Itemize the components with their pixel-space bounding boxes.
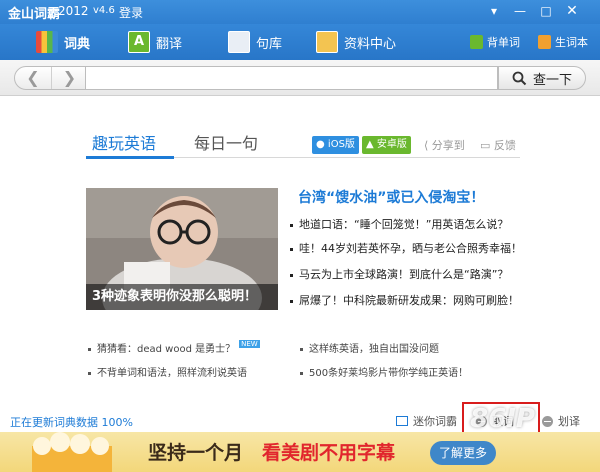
news-item[interactable]: 哇！44岁刘若英怀孕，晒与老公合照秀幸福！ xyxy=(290,240,522,256)
close-icon[interactable]: ✕ xyxy=(562,2,582,20)
list-item[interactable]: 这样练英语，独自出国没问题 xyxy=(300,340,439,355)
news-item[interactable]: 屌爆了！中科院最新研发成果：网购可刷脸！ xyxy=(290,292,519,308)
bullet-icon xyxy=(290,273,293,277)
nav-vocab-book-label: 生词本 xyxy=(555,36,588,49)
news-item-text: 马云为上市全球路演！到底什么是“路演”？ xyxy=(299,268,509,281)
nav-translate-label: 翻译 xyxy=(156,36,183,52)
title-bar: 金山词霸 2012 v4.6 登录 ▾ — □ ✕ xyxy=(0,0,600,24)
back-arrow-icon[interactable]: ❮ xyxy=(15,67,51,89)
app-logo: 金山词霸 xyxy=(8,7,61,22)
feedback-link[interactable]: ▭ 反馈 xyxy=(480,137,516,153)
featured-photo[interactable]: 3种迹象表明你没那么聪明！ xyxy=(86,188,278,310)
content-tabs: 趣玩英语 每日一句 ● iOS版 ▲ 安卓版 ⟨ 分享到 ▭ 反馈 xyxy=(86,126,520,159)
highlight-annotation xyxy=(462,402,540,436)
app-version: v4.6 xyxy=(93,5,115,16)
popcorn-icon xyxy=(32,432,112,472)
list-item-text: 不背单词和语法，照样流利说英语 xyxy=(97,368,247,379)
search-button-label: 查一下 xyxy=(532,72,572,88)
banner-text: 坚持一个月 xyxy=(148,442,244,464)
dictionary-icon xyxy=(36,31,58,53)
list-item-text: 这样练英语，独自出国没问题 xyxy=(309,344,439,355)
app-year: 2012 xyxy=(58,4,89,18)
bullet-icon xyxy=(88,371,91,375)
history-arrows: ❮ ❯ xyxy=(14,66,86,90)
nav-word-card-label: 背单词 xyxy=(487,36,520,49)
comment-icon: ▭ xyxy=(480,139,491,152)
feedback-label: 反馈 xyxy=(493,139,516,152)
nav-resource-center-label: 资料中心 xyxy=(344,36,397,52)
news-item-text: 地道口语：“睡个回笼觉！”用英语怎么说？ xyxy=(299,218,509,231)
nav-resource-center[interactable]: 资料中心 xyxy=(316,24,396,60)
folder-icon xyxy=(316,31,338,53)
news-item-text: 屌爆了！中科院最新研发成果：网购可刷脸！ xyxy=(299,294,519,307)
nav-sentence-library-label: 句库 xyxy=(256,36,283,52)
translate-word-label: 划译 xyxy=(558,415,580,428)
active-tab-indicator xyxy=(86,156,174,159)
list-item[interactable]: 500条好莱坞影片带你学纯正英语！ xyxy=(300,364,468,379)
list-item-text: 500条好莱坞影片带你学纯正英语！ xyxy=(309,368,469,379)
bullet-icon xyxy=(290,299,293,303)
word-card-icon xyxy=(470,35,483,49)
bullet-icon xyxy=(290,247,293,251)
toggle-off-icon xyxy=(542,415,553,427)
apple-icon: ● xyxy=(316,139,325,150)
nav-sentence-library[interactable]: 句库 xyxy=(228,24,282,60)
list-item[interactable]: 猜猜看：dead wood 是勇士？ NEW xyxy=(88,340,260,355)
sentence-library-icon xyxy=(228,31,250,53)
bullet-icon xyxy=(88,347,91,351)
translate-word-toggle[interactable]: 划译 xyxy=(542,413,580,429)
dropdown-icon[interactable]: ▾ xyxy=(484,2,504,20)
minimize-icon[interactable]: — xyxy=(510,2,530,20)
mini-dict-button[interactable]: 迷你词霸 xyxy=(396,413,457,429)
update-status: 正在更新词典数据 100% xyxy=(10,416,133,429)
mini-dict-icon xyxy=(396,416,408,426)
share-label: 分享到 xyxy=(431,139,465,152)
bullet-icon xyxy=(300,347,303,351)
forward-arrow-icon[interactable]: ❯ xyxy=(51,67,87,89)
list-item-text: 猜猜看：dead wood 是勇士？ xyxy=(97,344,236,355)
translate-icon: A xyxy=(128,31,150,53)
banner-highlight-text: 看美剧不用字幕 xyxy=(262,442,396,464)
tab-fun-english[interactable]: 趣玩英语 xyxy=(92,130,156,154)
android-button[interactable]: ▲ 安卓版 xyxy=(362,136,411,154)
news-item[interactable]: 马云为上市全球路演！到底什么是“路演”？ xyxy=(290,266,508,282)
main-nav: 词典 A 翻译 句库 资料中心 背单词 生词本 xyxy=(0,24,600,60)
search-bar: ❮ ❯ 查一下 xyxy=(0,60,600,96)
bullet-icon xyxy=(300,371,303,375)
nav-translate[interactable]: A 翻译 xyxy=(128,24,182,60)
photo-caption: 3种迹象表明你没那么聪明！ xyxy=(86,284,278,310)
search-input[interactable] xyxy=(86,66,498,90)
learn-more-button[interactable]: 了解更多 xyxy=(430,441,496,465)
new-badge: NEW xyxy=(239,340,260,348)
news-item[interactable]: 地道口语：“睡个回笼觉！”用英语怎么说？ xyxy=(290,216,508,232)
maximize-icon[interactable]: □ xyxy=(536,2,556,20)
tab-daily-sentence[interactable]: 每日一句 xyxy=(194,130,258,154)
ios-button-label: iOS版 xyxy=(327,139,355,150)
nav-word-card[interactable]: 背单词 xyxy=(470,24,520,60)
android-icon: ▲ xyxy=(366,139,374,150)
bullet-icon xyxy=(290,223,293,227)
mini-dict-label: 迷你词霸 xyxy=(413,415,457,428)
share-icon: ⟨ xyxy=(424,139,429,152)
nav-dictionary-label: 词典 xyxy=(64,36,91,52)
share-link[interactable]: ⟨ 分享到 xyxy=(424,137,465,153)
ios-button[interactable]: ● iOS版 xyxy=(312,136,359,154)
nav-dictionary[interactable]: 词典 xyxy=(36,24,90,60)
search-icon xyxy=(512,71,527,85)
ad-banner[interactable]: 坚持一个月 看美剧不用字幕 了解更多 xyxy=(0,432,600,472)
list-item[interactable]: 不背单词和语法，照样流利说英语 xyxy=(88,364,247,379)
search-button[interactable]: 查一下 xyxy=(498,66,586,90)
nav-vocab-book[interactable]: 生词本 xyxy=(538,24,588,60)
news-item-text: 哇！44岁刘若英怀孕，晒与老公合照秀幸福！ xyxy=(299,242,522,255)
vocab-book-icon xyxy=(538,35,551,49)
headline-link[interactable]: 台湾“馊水油”或已入侵淘宝！ xyxy=(298,187,484,207)
android-button-label: 安卓版 xyxy=(376,139,407,150)
login-link[interactable]: 登录 xyxy=(119,4,143,21)
